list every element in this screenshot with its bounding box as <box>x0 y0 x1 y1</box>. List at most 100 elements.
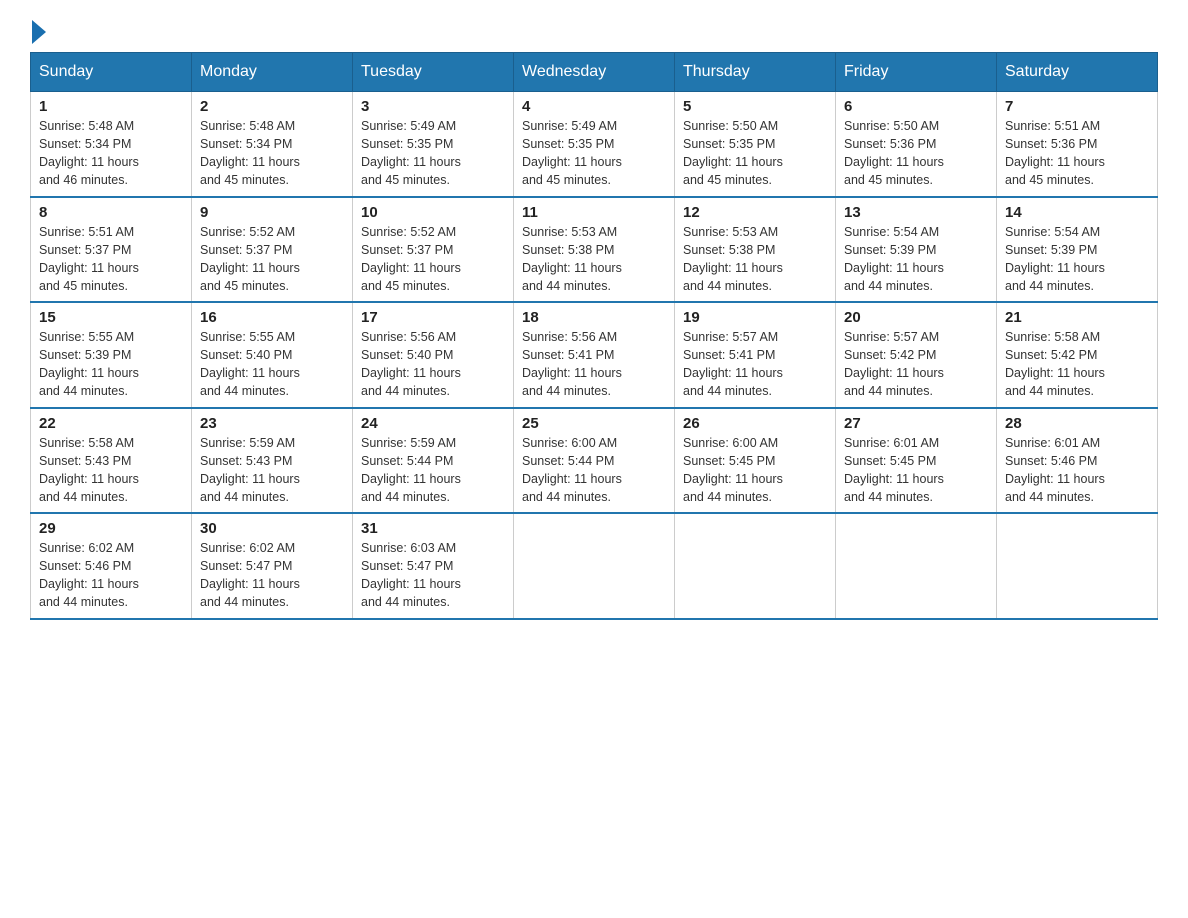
calendar-cell: 8 Sunrise: 5:51 AMSunset: 5:37 PMDayligh… <box>31 197 192 303</box>
day-info: Sunrise: 6:02 AMSunset: 5:47 PMDaylight:… <box>200 541 300 609</box>
day-number: 4 <box>522 98 666 115</box>
day-number: 12 <box>683 204 827 221</box>
day-info: Sunrise: 6:00 AMSunset: 5:45 PMDaylight:… <box>683 436 783 504</box>
day-info: Sunrise: 5:55 AMSunset: 5:40 PMDaylight:… <box>200 330 300 398</box>
calendar-cell: 25 Sunrise: 6:00 AMSunset: 5:44 PMDaylig… <box>514 408 675 514</box>
day-number: 31 <box>361 520 505 537</box>
calendar-cell: 22 Sunrise: 5:58 AMSunset: 5:43 PMDaylig… <box>31 408 192 514</box>
column-header-thursday: Thursday <box>675 53 836 92</box>
calendar-cell: 26 Sunrise: 6:00 AMSunset: 5:45 PMDaylig… <box>675 408 836 514</box>
day-number: 6 <box>844 98 988 115</box>
calendar-cell: 28 Sunrise: 6:01 AMSunset: 5:46 PMDaylig… <box>997 408 1158 514</box>
day-info: Sunrise: 5:53 AMSunset: 5:38 PMDaylight:… <box>522 225 622 293</box>
day-info: Sunrise: 6:01 AMSunset: 5:45 PMDaylight:… <box>844 436 944 504</box>
column-header-sunday: Sunday <box>31 53 192 92</box>
day-number: 29 <box>39 520 183 537</box>
day-info: Sunrise: 6:00 AMSunset: 5:44 PMDaylight:… <box>522 436 622 504</box>
day-info: Sunrise: 5:54 AMSunset: 5:39 PMDaylight:… <box>1005 225 1105 293</box>
calendar-cell <box>675 513 836 619</box>
day-number: 19 <box>683 309 827 326</box>
day-info: Sunrise: 6:03 AMSunset: 5:47 PMDaylight:… <box>361 541 461 609</box>
logo-text <box>30 20 48 44</box>
day-info: Sunrise: 5:58 AMSunset: 5:43 PMDaylight:… <box>39 436 139 504</box>
calendar-cell: 3 Sunrise: 5:49 AMSunset: 5:35 PMDayligh… <box>353 92 514 197</box>
day-info: Sunrise: 5:48 AMSunset: 5:34 PMDaylight:… <box>39 119 139 187</box>
day-number: 21 <box>1005 309 1149 326</box>
calendar-cell: 7 Sunrise: 5:51 AMSunset: 5:36 PMDayligh… <box>997 92 1158 197</box>
calendar-week-row: 22 Sunrise: 5:58 AMSunset: 5:43 PMDaylig… <box>31 408 1158 514</box>
calendar-cell: 1 Sunrise: 5:48 AMSunset: 5:34 PMDayligh… <box>31 92 192 197</box>
day-info: Sunrise: 5:51 AMSunset: 5:37 PMDaylight:… <box>39 225 139 293</box>
calendar-week-row: 1 Sunrise: 5:48 AMSunset: 5:34 PMDayligh… <box>31 92 1158 197</box>
calendar-cell: 19 Sunrise: 5:57 AMSunset: 5:41 PMDaylig… <box>675 302 836 408</box>
calendar-cell <box>514 513 675 619</box>
day-number: 1 <box>39 98 183 115</box>
day-info: Sunrise: 5:55 AMSunset: 5:39 PMDaylight:… <box>39 330 139 398</box>
day-info: Sunrise: 5:49 AMSunset: 5:35 PMDaylight:… <box>361 119 461 187</box>
day-number: 7 <box>1005 98 1149 115</box>
day-number: 26 <box>683 415 827 432</box>
calendar-cell <box>997 513 1158 619</box>
day-number: 11 <box>522 204 666 221</box>
calendar-cell: 13 Sunrise: 5:54 AMSunset: 5:39 PMDaylig… <box>836 197 997 303</box>
day-number: 3 <box>361 98 505 115</box>
calendar-cell: 11 Sunrise: 5:53 AMSunset: 5:38 PMDaylig… <box>514 197 675 303</box>
calendar-cell: 21 Sunrise: 5:58 AMSunset: 5:42 PMDaylig… <box>997 302 1158 408</box>
header <box>30 20 1158 38</box>
day-number: 8 <box>39 204 183 221</box>
calendar-cell: 17 Sunrise: 5:56 AMSunset: 5:40 PMDaylig… <box>353 302 514 408</box>
calendar-cell: 14 Sunrise: 5:54 AMSunset: 5:39 PMDaylig… <box>997 197 1158 303</box>
day-info: Sunrise: 5:59 AMSunset: 5:43 PMDaylight:… <box>200 436 300 504</box>
day-info: Sunrise: 5:57 AMSunset: 5:41 PMDaylight:… <box>683 330 783 398</box>
day-number: 27 <box>844 415 988 432</box>
calendar-week-row: 15 Sunrise: 5:55 AMSunset: 5:39 PMDaylig… <box>31 302 1158 408</box>
day-number: 15 <box>39 309 183 326</box>
calendar-cell: 18 Sunrise: 5:56 AMSunset: 5:41 PMDaylig… <box>514 302 675 408</box>
day-number: 25 <box>522 415 666 432</box>
day-info: Sunrise: 5:52 AMSunset: 5:37 PMDaylight:… <box>200 225 300 293</box>
calendar-header-row: SundayMondayTuesdayWednesdayThursdayFrid… <box>31 53 1158 92</box>
day-info: Sunrise: 5:59 AMSunset: 5:44 PMDaylight:… <box>361 436 461 504</box>
calendar-cell: 15 Sunrise: 5:55 AMSunset: 5:39 PMDaylig… <box>31 302 192 408</box>
day-number: 10 <box>361 204 505 221</box>
column-header-tuesday: Tuesday <box>353 53 514 92</box>
calendar-cell: 31 Sunrise: 6:03 AMSunset: 5:47 PMDaylig… <box>353 513 514 619</box>
day-number: 9 <box>200 204 344 221</box>
day-number: 23 <box>200 415 344 432</box>
calendar-cell: 24 Sunrise: 5:59 AMSunset: 5:44 PMDaylig… <box>353 408 514 514</box>
calendar-cell <box>836 513 997 619</box>
day-info: Sunrise: 5:48 AMSunset: 5:34 PMDaylight:… <box>200 119 300 187</box>
day-number: 30 <box>200 520 344 537</box>
day-info: Sunrise: 5:50 AMSunset: 5:36 PMDaylight:… <box>844 119 944 187</box>
day-number: 13 <box>844 204 988 221</box>
day-info: Sunrise: 5:56 AMSunset: 5:40 PMDaylight:… <box>361 330 461 398</box>
day-number: 14 <box>1005 204 1149 221</box>
calendar-week-row: 29 Sunrise: 6:02 AMSunset: 5:46 PMDaylig… <box>31 513 1158 619</box>
day-info: Sunrise: 5:53 AMSunset: 5:38 PMDaylight:… <box>683 225 783 293</box>
calendar-week-row: 8 Sunrise: 5:51 AMSunset: 5:37 PMDayligh… <box>31 197 1158 303</box>
calendar-cell: 5 Sunrise: 5:50 AMSunset: 5:35 PMDayligh… <box>675 92 836 197</box>
calendar-cell: 30 Sunrise: 6:02 AMSunset: 5:47 PMDaylig… <box>192 513 353 619</box>
calendar-cell: 4 Sunrise: 5:49 AMSunset: 5:35 PMDayligh… <box>514 92 675 197</box>
column-header-wednesday: Wednesday <box>514 53 675 92</box>
calendar-cell: 12 Sunrise: 5:53 AMSunset: 5:38 PMDaylig… <box>675 197 836 303</box>
calendar-cell: 9 Sunrise: 5:52 AMSunset: 5:37 PMDayligh… <box>192 197 353 303</box>
calendar-cell: 23 Sunrise: 5:59 AMSunset: 5:43 PMDaylig… <box>192 408 353 514</box>
calendar-cell: 16 Sunrise: 5:55 AMSunset: 5:40 PMDaylig… <box>192 302 353 408</box>
day-number: 17 <box>361 309 505 326</box>
calendar-cell: 6 Sunrise: 5:50 AMSunset: 5:36 PMDayligh… <box>836 92 997 197</box>
calendar-cell: 29 Sunrise: 6:02 AMSunset: 5:46 PMDaylig… <box>31 513 192 619</box>
day-number: 5 <box>683 98 827 115</box>
calendar-table: SundayMondayTuesdayWednesdayThursdayFrid… <box>30 52 1158 620</box>
day-info: Sunrise: 5:50 AMSunset: 5:35 PMDaylight:… <box>683 119 783 187</box>
column-header-monday: Monday <box>192 53 353 92</box>
day-info: Sunrise: 6:01 AMSunset: 5:46 PMDaylight:… <box>1005 436 1105 504</box>
day-info: Sunrise: 5:56 AMSunset: 5:41 PMDaylight:… <box>522 330 622 398</box>
day-info: Sunrise: 5:51 AMSunset: 5:36 PMDaylight:… <box>1005 119 1105 187</box>
day-number: 20 <box>844 309 988 326</box>
column-header-friday: Friday <box>836 53 997 92</box>
day-number: 24 <box>361 415 505 432</box>
day-number: 2 <box>200 98 344 115</box>
calendar-cell: 2 Sunrise: 5:48 AMSunset: 5:34 PMDayligh… <box>192 92 353 197</box>
day-number: 22 <box>39 415 183 432</box>
